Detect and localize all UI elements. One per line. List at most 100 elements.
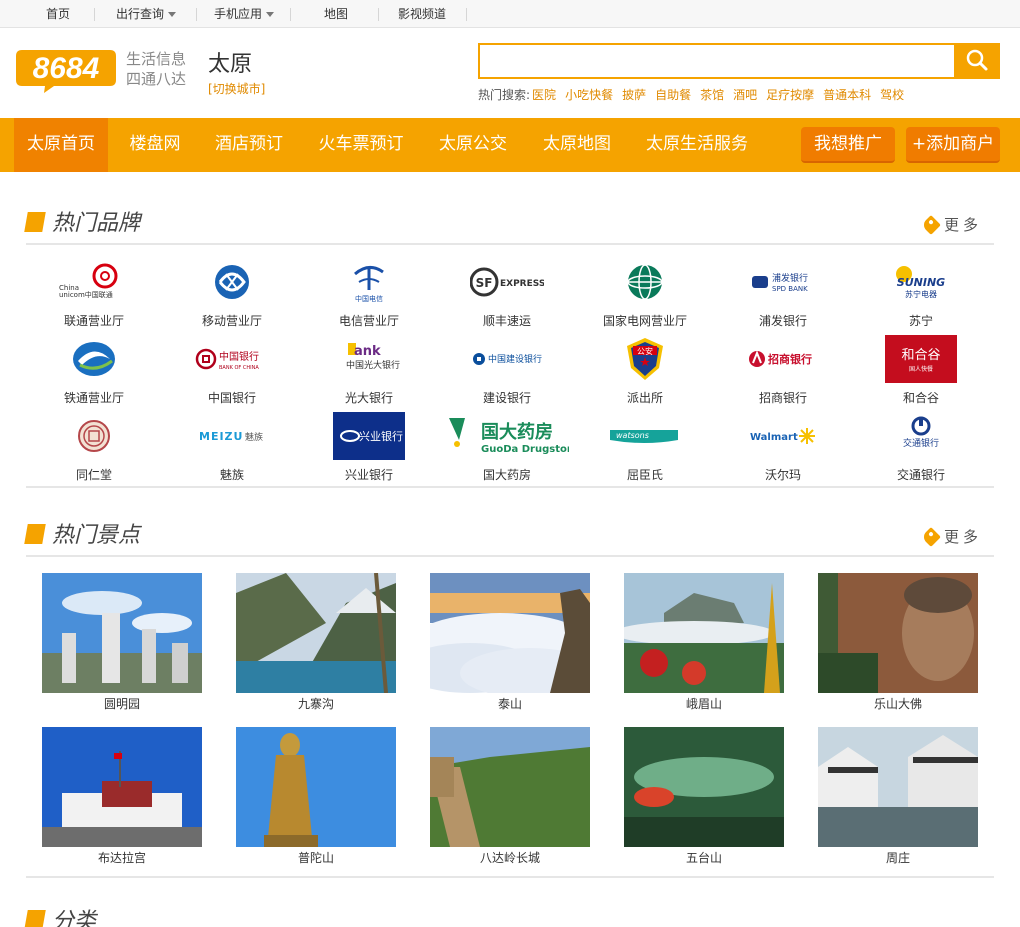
brand-item[interactable]: 中国电信 电信营业厅 <box>314 258 424 329</box>
brand-item[interactable]: 浦发银行 SPD BANK 浦发银行 <box>728 258 838 329</box>
switch-city-link[interactable]: [切换城市] <box>208 80 265 97</box>
spd-bank-logo: 浦发银行 SPD BANK <box>746 258 820 306</box>
hot-keyword-link[interactable]: 普通本科 <box>823 88 871 102</box>
topbar-map-link[interactable]: 地图 <box>306 0 366 28</box>
nav-home[interactable]: 太原首页 <box>14 118 108 172</box>
spot-item[interactable]: 普陀山 <box>236 727 396 866</box>
tag-icon <box>921 215 941 235</box>
top-bar: 首页 出行查询 手机应用 地图 影视频道 <box>0 0 1020 28</box>
brand-item[interactable]: 招商银行 招商银行 <box>728 335 838 406</box>
brand-item[interactable]: 交通银行 交通银行 <box>866 412 976 483</box>
tongrentang-logo <box>57 412 131 460</box>
spot-item[interactable]: 泰山 <box>430 573 590 712</box>
chevron-down-icon <box>266 12 274 17</box>
promote-button[interactable]: 我想推广 <box>801 127 895 163</box>
hot-keyword-link[interactable]: 医院 <box>532 88 556 102</box>
spots-more-link[interactable]: 更多 <box>921 526 983 547</box>
spot-photo <box>236 727 396 847</box>
brand-item[interactable]: 中国建设银行 建设银行 <box>452 335 562 406</box>
nav-label: 太原首页 <box>27 134 95 154</box>
svg-text:watsons: watsons <box>616 431 649 440</box>
nav-label: 楼盘网 <box>129 134 181 154</box>
brand-name: 铁通营业厅 <box>63 391 124 405</box>
hot-search-bar: 热门搜索: 医院 小吃快餐 披萨 自助餐 茶馆 酒吧 足疗按摩 普通本科 驾校 <box>478 86 904 103</box>
bocom-logo: 交通银行 <box>884 412 958 460</box>
brand-item[interactable]: 和合谷 国人快餐 和合谷 <box>866 335 976 406</box>
svg-text:国人快餐: 国人快餐 <box>909 365 933 373</box>
brand-item[interactable]: 公安 派出所 <box>590 335 700 406</box>
nav-train-ticket[interactable]: 火车票预订 <box>306 118 416 172</box>
brand-name: 屈臣氏 <box>626 468 663 482</box>
topbar-video-link[interactable]: 影视频道 <box>388 0 456 28</box>
spot-item[interactable]: 峨眉山 <box>624 573 784 712</box>
brand-item[interactable]: 国家电网营业厅 <box>590 258 700 329</box>
brand-name: 联通营业厅 <box>63 314 124 328</box>
brand-item[interactable]: MEIZU 魅族 魅族 <box>177 412 287 483</box>
svg-text:兴业银行: 兴业银行 <box>359 429 403 443</box>
spot-item[interactable]: 布达拉宫 <box>42 727 202 866</box>
topbar-home-link[interactable]: 首页 <box>30 0 86 28</box>
nav-map[interactable]: 太原地图 <box>530 118 624 172</box>
hot-keyword-link[interactable]: 披萨 <box>622 88 646 102</box>
brand-item[interactable]: SF EXPRESS 顺丰速运 <box>452 258 562 329</box>
topbar-travel-menu[interactable]: 出行查询 <box>104 0 188 28</box>
brands-more-link[interactable]: 更多 <box>921 214 982 235</box>
search-button[interactable] <box>954 43 1000 79</box>
brand-item[interactable]: 中国银行 BANK OF CHINA 中国银行 <box>177 335 287 406</box>
brand-item[interactable]: SUNING 苏宁电器 苏宁 <box>866 258 976 329</box>
spot-name: 泰山 <box>497 697 522 711</box>
svg-text:Walmart: Walmart <box>750 432 798 443</box>
spot-item[interactable]: 圆明园 <box>42 573 202 712</box>
spot-photo <box>236 573 396 693</box>
hot-keyword-link[interactable]: 自助餐 <box>655 88 691 102</box>
spot-item[interactable]: 乐山大佛 <box>818 573 978 712</box>
site-logo[interactable]: 8684 <box>14 48 118 94</box>
nav-label: 火车票预订 <box>318 134 404 154</box>
topbar-mobile-menu[interactable]: 手机应用 <box>206 0 282 28</box>
spot-item[interactable]: 九寨沟 <box>236 573 396 712</box>
add-merchant-button[interactable]: +添加商户 <box>906 127 1000 163</box>
hot-keyword-link[interactable]: 足疗按摩 <box>766 88 814 102</box>
brand-item[interactable]: watsons 屈臣氏 <box>590 412 700 483</box>
brand-name: 电信营业厅 <box>338 314 399 328</box>
brands-title-text: 热门品牌 <box>52 211 141 236</box>
spot-name: 九寨沟 <box>297 697 334 711</box>
hot-keyword-link[interactable]: 小吃快餐 <box>565 88 613 102</box>
brand-item[interactable]: ank 中国光大银行 光大银行 <box>314 335 424 406</box>
bank-of-china-logo: 中国银行 BANK OF CHINA <box>195 335 269 383</box>
brand-item[interactable]: China unicom中国联通 联通营业厅 <box>39 258 149 329</box>
divider <box>26 555 994 557</box>
brand-item[interactable]: 移动营业厅 <box>177 258 287 329</box>
brand-item[interactable]: 铁通营业厅 <box>39 335 149 406</box>
ccb-logo: 中国建设银行 <box>470 335 544 383</box>
logo-text: 8684 <box>33 52 100 85</box>
current-city: 太原 <box>208 52 253 77</box>
svg-text:浦发银行: 浦发银行 <box>772 272 808 284</box>
brand-item[interactable]: 国大药房 GuoDa Drugstore 国大药房 <box>449 412 569 483</box>
nav-bus[interactable]: 太原公交 <box>426 118 520 172</box>
china-mobile-logo <box>195 258 269 306</box>
category-title-text: 分类 <box>52 909 97 927</box>
hot-keyword-link[interactable]: 驾校 <box>880 88 904 102</box>
spot-item[interactable]: 周庄 <box>818 727 978 866</box>
nav-housing[interactable]: 楼盘网 <box>116 118 194 172</box>
svg-text:公安: 公安 <box>637 346 653 356</box>
topbar-map-label: 地图 <box>323 7 348 21</box>
brand-item[interactable]: 兴业银行 兴业银行 <box>314 412 424 483</box>
brand-item[interactable]: Walmart 沃尔玛 <box>728 412 838 483</box>
spot-photo <box>818 727 978 847</box>
nav-life-service[interactable]: 太原生活服务 <box>634 118 760 172</box>
svg-text:SUNING: SUNING <box>897 276 945 289</box>
svg-text:国大药房: 国大药房 <box>481 421 553 443</box>
brand-name: 浦发银行 <box>758 314 807 328</box>
hot-keyword-link[interactable]: 茶馆 <box>700 88 724 102</box>
hot-keyword-link[interactable]: 酒吧 <box>733 88 757 102</box>
nav-hotel[interactable]: 酒店预订 <box>204 118 294 172</box>
brand-item[interactable]: 同仁堂 <box>39 412 149 483</box>
spot-name: 普陀山 <box>297 851 334 865</box>
spot-item[interactable]: 八达岭长城 <box>430 727 590 866</box>
more-label: 更多 <box>944 528 983 546</box>
search-icon <box>966 49 988 71</box>
search-input[interactable] <box>478 43 956 79</box>
spot-item[interactable]: 五台山 <box>624 727 784 866</box>
